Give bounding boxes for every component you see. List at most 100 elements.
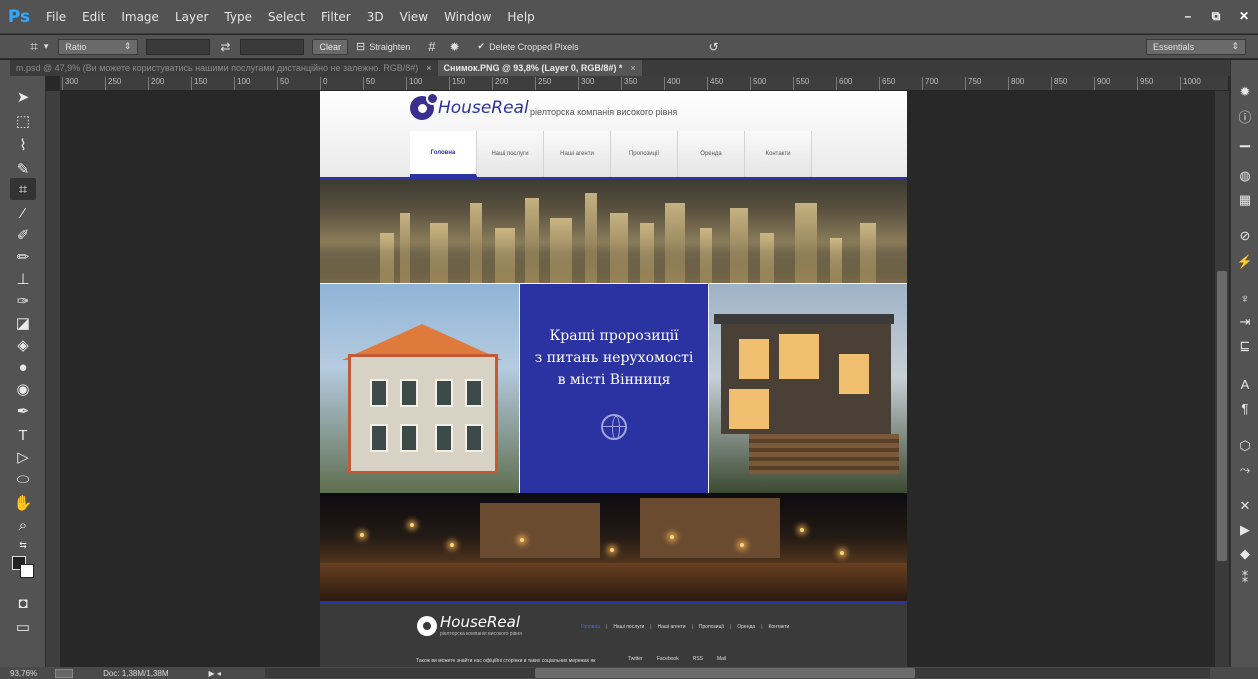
- brush-tool-icon[interactable]: ✏: [10, 246, 36, 268]
- crop-tool-icon[interactable]: ⌗: [30, 38, 38, 55]
- horizontal-scrollbar[interactable]: [265, 668, 1210, 678]
- close-icon[interactable]: ×: [426, 63, 431, 73]
- houserreal-logo-icon: [410, 92, 439, 120]
- swap-icon[interactable]: ⇄: [220, 40, 230, 54]
- dodge-tool-icon[interactable]: ◉: [10, 378, 36, 400]
- tool-preset-chevron-icon[interactable]: ▾: [44, 41, 49, 52]
- stamp-tool-icon[interactable]: ⊥: [10, 268, 36, 290]
- crop-tool-icon[interactable]: ⌗: [10, 178, 36, 200]
- eyedropper-tool-icon[interactable]: ⁄: [10, 202, 36, 224]
- delete-cropped-label[interactable]: Delete Cropped Pixels: [489, 42, 579, 52]
- screen-mode-icon[interactable]: ▭: [10, 616, 36, 638]
- tab-document-2[interactable]: Снимок.PNG @ 93,8% (Layer 0, RGB/8#) * ×: [437, 60, 642, 76]
- menu-select[interactable]: Select: [260, 10, 313, 24]
- hand-tool-icon[interactable]: ✋: [10, 492, 36, 514]
- default-colors-icon[interactable]: ⇆: [10, 534, 36, 556]
- status-arrow-icon[interactable]: ▶ ◂: [209, 669, 221, 678]
- marquee-tool-icon[interactable]: ⬚: [10, 110, 36, 132]
- zoom-level[interactable]: 93,76%: [10, 669, 37, 678]
- play-panel-icon[interactable]: ▶: [1235, 520, 1255, 540]
- horizontal-ruler: 300 250 200 150 100 50 0 50 100 150 200 250 300 350 40…: [60, 76, 1228, 91]
- ruler-tick: 950: [1137, 77, 1153, 90]
- menu-view[interactable]: View: [392, 10, 436, 24]
- level-icon[interactable]: ⊟: [356, 40, 365, 53]
- zoom-tool-icon[interactable]: ⌕: [10, 514, 36, 536]
- paragraph-panel-icon[interactable]: ¶: [1235, 398, 1255, 418]
- menu-filter[interactable]: Filter: [313, 10, 359, 24]
- horizontal-scroll-thumb[interactable]: [535, 668, 915, 678]
- ratio-select[interactable]: Ratio ⇕: [58, 38, 139, 55]
- width-field[interactable]: [146, 38, 211, 55]
- menu-edit[interactable]: Edit: [74, 10, 113, 24]
- ruler-tick: 800: [1008, 77, 1024, 90]
- brush-presets-panel-icon[interactable]: ⇥: [1235, 312, 1255, 332]
- lasso-tool-icon[interactable]: ⌇: [10, 134, 36, 156]
- ruler-tick: 300: [578, 77, 594, 90]
- history-brush-tool-icon[interactable]: ✑: [10, 290, 36, 312]
- paint-bucket-tool-icon[interactable]: ◈: [10, 334, 36, 356]
- histogram-panel-icon[interactable]: ▁: [1235, 130, 1255, 150]
- menu-3d[interactable]: 3D: [359, 10, 392, 24]
- path-selection-tool-icon[interactable]: ▷: [10, 446, 36, 468]
- close-icon[interactable]: ×: [630, 63, 635, 73]
- menu-help[interactable]: Help: [499, 10, 542, 24]
- eraser-tool-icon[interactable]: ◪: [10, 312, 36, 334]
- tab-document-1[interactable]: m.psd @ 47,9% (Ви можете користуватись н…: [10, 60, 438, 76]
- photoshop-logo: Ps: [7, 6, 31, 27]
- pen-tool-icon[interactable]: ✒: [10, 400, 36, 422]
- vertical-scroll-thumb[interactable]: [1217, 271, 1227, 561]
- canvas-document[interactable]: HouseReal ріелторска компанія високого р…: [320, 91, 907, 667]
- footer-nav-rent: Оренда: [737, 624, 756, 630]
- healing-brush-tool-icon[interactable]: ✐: [10, 224, 36, 246]
- promo-line-2: з питань нерухомості: [534, 350, 694, 366]
- actions-panel-icon[interactable]: ⚡: [1235, 252, 1255, 272]
- ellipse-tool-icon[interactable]: ⬭: [10, 468, 36, 490]
- overlay-grid-icon[interactable]: #: [428, 39, 435, 54]
- adjustments-panel-icon[interactable]: ◍: [1235, 166, 1255, 186]
- tools-presets-panel-icon[interactable]: ✕: [1235, 496, 1255, 516]
- straighten-label[interactable]: Straighten: [369, 42, 410, 52]
- tools-panel: » ➤ ⬚ ⌇ ✎ ⌗ ⁄ ✐ ✏ ⊥ ✑ ◪ ◈ ● ◉ ✒ T ▷ ⬭ ✋ …: [0, 60, 46, 667]
- brush-panel-icon[interactable]: ♆: [1235, 288, 1255, 308]
- quick-selection-tool-icon[interactable]: ✎: [10, 158, 36, 180]
- menu-window[interactable]: Window: [436, 10, 499, 24]
- workspace-select[interactable]: Essentials ⇕: [1146, 38, 1246, 55]
- timeline-panel-icon[interactable]: ⤳: [1235, 460, 1255, 480]
- move-tool-icon[interactable]: ➤: [10, 86, 36, 108]
- clone-source-panel-icon[interactable]: ⊑: [1235, 336, 1255, 356]
- menu-layer[interactable]: Layer: [167, 10, 216, 24]
- menu-type[interactable]: Type: [216, 10, 260, 24]
- paths-panel-icon[interactable]: ⁑: [1235, 568, 1255, 588]
- clear-button[interactable]: Clear: [312, 38, 348, 55]
- close-button[interactable]: ✕: [1230, 6, 1258, 26]
- checkbox-checked-icon[interactable]: ✔: [478, 41, 486, 52]
- status-preview-icon[interactable]: [55, 668, 74, 678]
- restore-button[interactable]: ⧉: [1202, 6, 1230, 26]
- options-bar: ⌗ ▾ Ratio ⇕ ⇄ Clear ⊟ Straighten # ✹ ✔ D…: [0, 35, 1258, 59]
- quick-mask-icon[interactable]: ◘: [10, 592, 36, 614]
- vertical-scrollbar[interactable]: [1215, 91, 1229, 667]
- info-panel-icon[interactable]: ⓘ: [1235, 106, 1255, 126]
- footer-nav-home: Головна: [581, 624, 600, 630]
- height-field[interactable]: [240, 38, 305, 55]
- type-tool-icon[interactable]: T: [10, 424, 36, 446]
- menu-file[interactable]: File: [38, 10, 74, 24]
- menu-image[interactable]: Image: [113, 10, 167, 24]
- minimize-button[interactable]: –: [1174, 6, 1202, 26]
- color-swatches-icon[interactable]: [10, 556, 36, 578]
- ruler-tick: 150: [449, 77, 465, 90]
- footer-logo-icon: [417, 616, 437, 636]
- ratio-select-label: Ratio: [65, 41, 87, 52]
- nav-item-home: Головна: [410, 131, 477, 177]
- doc-size: Doc: 1,38M/1,38M: [103, 668, 169, 678]
- gear-icon[interactable]: ✹: [449, 40, 459, 54]
- blur-tool-icon[interactable]: ●: [10, 356, 36, 378]
- styles-panel-icon[interactable]: ⊘: [1235, 226, 1255, 246]
- swatches-panel-icon[interactable]: ▦: [1235, 190, 1255, 210]
- reset-icon[interactable]: ↺: [709, 40, 719, 54]
- color-panel-icon[interactable]: ✹: [1235, 82, 1255, 102]
- 3d-panel-icon[interactable]: ⬡: [1235, 436, 1255, 456]
- layers-panel-icon[interactable]: ◆: [1235, 544, 1255, 564]
- character-panel-icon[interactable]: A: [1235, 374, 1255, 394]
- city-panorama-image: [320, 180, 907, 283]
